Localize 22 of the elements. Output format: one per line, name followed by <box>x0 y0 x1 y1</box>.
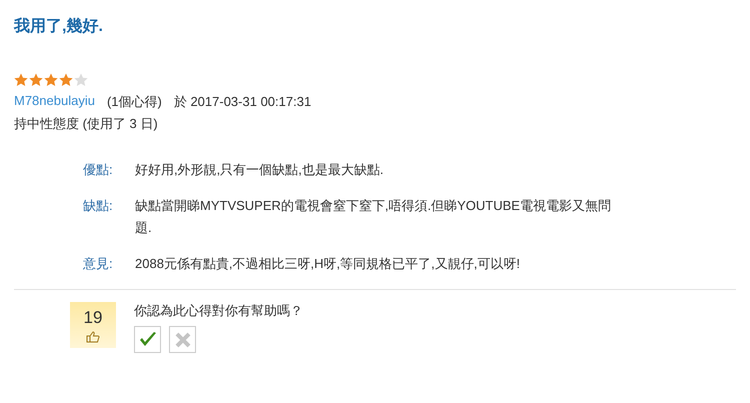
review-title: 我用了,幾好. <box>14 16 104 37</box>
detail-label: 意見: <box>83 255 114 273</box>
star-icon <box>59 73 73 87</box>
yes-button[interactable] <box>134 326 161 353</box>
close-icon <box>174 330 192 348</box>
detail-text: 缺點當開睇MYTVSUPER的電視會窒下窒下,唔得須.但睇YOUTUBE電視電影又無問題. <box>135 197 612 237</box>
attitude-text: 持中性態度 (使用了 3 日) <box>14 115 159 133</box>
thumbs-up-icon <box>86 330 100 342</box>
detail-text: 2088元係有點貴,不過相比三呀,H呀,等同規格已平了,又靚仔,可以呀! <box>135 255 521 273</box>
author-link[interactable]: M78nebulayiu <box>14 93 95 111</box>
star-icon <box>14 73 28 87</box>
helpful-question: 你認為此心得對你有幫助嗎？ <box>134 302 303 320</box>
star-icon <box>74 73 88 87</box>
star-icon <box>44 73 58 87</box>
checkmark-icon <box>138 330 158 348</box>
helpful-count: 19 <box>84 308 102 328</box>
detail-text: 好好用,外形靚,只有一個缺點,也是最大缺點. <box>135 161 384 179</box>
detail-label: 缺點: <box>83 197 114 215</box>
detail-label: 優點: <box>83 161 114 179</box>
post-date: 於 2017-03-31 00:17:31 <box>174 93 312 111</box>
star-icon <box>29 73 43 87</box>
review-count: (1個心得) <box>106 93 162 111</box>
